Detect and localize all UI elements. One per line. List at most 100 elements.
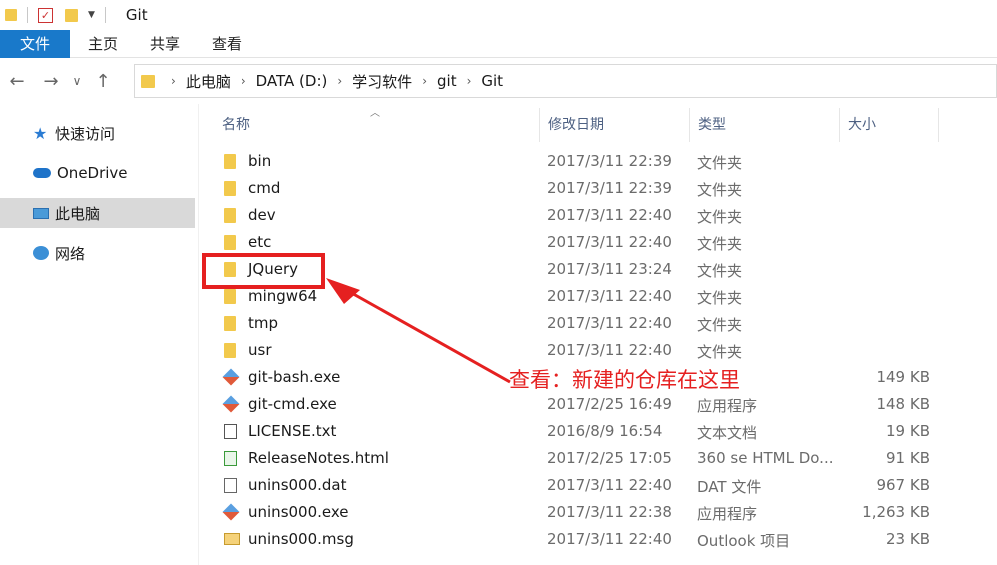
file-row[interactable]: dev 2017/3/11 22:40 文件夹 bbox=[214, 202, 944, 229]
file-row[interactable]: etc 2017/3/11 22:40 文件夹 bbox=[214, 229, 944, 256]
file-type: 文件夹 bbox=[697, 181, 743, 199]
folder-icon bbox=[224, 181, 236, 196]
up-icon[interactable]: ↑ bbox=[86, 71, 120, 92]
file-name: git-cmd.exe bbox=[248, 395, 337, 413]
file-type: 应用程序 bbox=[697, 505, 758, 523]
highlight-box bbox=[202, 253, 325, 289]
forward-icon[interactable]: → bbox=[34, 71, 68, 92]
divider bbox=[104, 7, 106, 23]
file-name: LICENSE.txt bbox=[248, 422, 337, 440]
file-row[interactable]: unins000.dat 2017/3/11 22:40 DAT 文件 967 KB bbox=[214, 472, 944, 499]
address-bar[interactable]: › 此电脑 › DATA (D:) › 学习软件 › git › Git bbox=[134, 64, 997, 98]
file-name: etc bbox=[248, 233, 272, 251]
breadcrumb-git[interactable]: git bbox=[437, 72, 457, 90]
chevron-right-icon[interactable]: › bbox=[467, 74, 472, 88]
file-date: 2017/3/11 22:40 bbox=[547, 314, 672, 332]
file-size: 19 KB bbox=[886, 422, 930, 440]
chevron-right-icon[interactable]: › bbox=[171, 74, 176, 88]
chevron-right-icon[interactable]: › bbox=[241, 74, 246, 88]
network-icon bbox=[33, 246, 49, 260]
file-type: 文件夹 bbox=[697, 154, 743, 172]
divider bbox=[27, 7, 28, 23]
recent-locations-icon[interactable]: ∨ bbox=[68, 74, 86, 88]
file-row[interactable]: bin 2017/3/11 22:39 文件夹 bbox=[214, 148, 944, 175]
folder-icon bbox=[224, 235, 236, 250]
file-date: 2017/3/11 22:39 bbox=[547, 152, 672, 170]
properties-icon[interactable]: ✓ bbox=[38, 7, 53, 23]
computer-icon bbox=[33, 207, 49, 219]
file-name: unins000.msg bbox=[248, 530, 354, 548]
breadcrumb-this-pc[interactable]: 此电脑 bbox=[186, 71, 231, 92]
file-type: 文件夹 bbox=[697, 343, 743, 361]
column-header-name[interactable]: 名称 bbox=[214, 108, 540, 142]
pane-divider[interactable] bbox=[198, 104, 199, 565]
file-row[interactable]: LICENSE.txt 2016/8/9 16:54 文本文档 19 KB bbox=[214, 418, 944, 445]
star-icon: ★ bbox=[33, 123, 48, 143]
file-type: Outlook 项目 bbox=[697, 532, 791, 550]
tab-file[interactable]: 文件 bbox=[0, 29, 70, 58]
file-name: unins000.dat bbox=[248, 476, 347, 494]
new-folder-icon[interactable] bbox=[65, 8, 78, 22]
folder-icon[interactable] bbox=[5, 9, 17, 21]
sidebar-item-label: OneDrive bbox=[57, 164, 128, 182]
folder-icon bbox=[224, 289, 236, 304]
file-row[interactable]: git-cmd.exe 2017/2/25 16:49 应用程序 148 KB bbox=[214, 391, 944, 418]
file-type: 应用程序 bbox=[697, 397, 758, 415]
tab-share[interactable]: 共享 bbox=[134, 30, 196, 58]
file-name: dev bbox=[248, 206, 276, 224]
back-icon[interactable]: ← bbox=[0, 71, 34, 92]
breadcrumb-git-current[interactable]: Git bbox=[481, 72, 503, 90]
file-date: 2017/3/11 22:38 bbox=[547, 503, 672, 521]
file-type: 文件夹 bbox=[697, 208, 743, 226]
html-document-icon bbox=[224, 451, 237, 466]
file-date: 2017/3/11 22:40 bbox=[547, 476, 672, 494]
folder-icon bbox=[141, 74, 155, 88]
mail-icon bbox=[224, 533, 240, 545]
file-row[interactable]: unins000.msg 2017/3/11 22:40 Outlook 项目 23 … bbox=[214, 526, 944, 553]
tab-home[interactable]: 主页 bbox=[72, 30, 134, 58]
arrow-annotation bbox=[326, 278, 511, 384]
sidebar-item-quick-access[interactable]: ★ 快速访问 bbox=[0, 118, 195, 148]
file-date: 2017/3/11 23:24 bbox=[547, 260, 672, 278]
file-type: 文本文档 bbox=[697, 424, 758, 442]
folder-icon bbox=[224, 154, 236, 169]
file-size: 148 KB bbox=[876, 395, 930, 413]
file-date: 2017/2/25 16:49 bbox=[547, 395, 672, 413]
sidebar-item-onedrive[interactable]: OneDrive bbox=[0, 158, 195, 188]
folder-icon bbox=[224, 208, 236, 223]
sidebar-item-label: 快速访问 bbox=[55, 124, 116, 143]
file-size: 149 KB bbox=[876, 368, 930, 386]
file-row[interactable]: unins000.exe 2017/3/11 22:38 应用程序 1,263 KB bbox=[214, 499, 944, 526]
cloud-icon bbox=[33, 168, 51, 178]
file-type: DAT 文件 bbox=[697, 478, 762, 496]
window-title: Git bbox=[125, 6, 148, 24]
file-icon bbox=[224, 478, 237, 493]
file-size: 1,263 KB bbox=[862, 503, 930, 521]
file-date: 2017/3/11 22:40 bbox=[547, 206, 672, 224]
navigation-bar: ← → ∨ ↑ › 此电脑 › DATA (D:) › 学习软件 › git ›… bbox=[0, 58, 997, 104]
column-header-type[interactable]: 类型 bbox=[689, 108, 839, 142]
column-header-date[interactable]: 修改日期 bbox=[539, 108, 689, 142]
file-name: cmd bbox=[248, 179, 281, 197]
breadcrumb-study-software[interactable]: 学习软件 bbox=[352, 71, 412, 92]
file-name: tmp bbox=[248, 314, 279, 332]
sidebar-item-network[interactable]: 网络 bbox=[0, 238, 195, 268]
column-header-size[interactable]: 大小 bbox=[839, 108, 939, 142]
file-row[interactable]: ReleaseNotes.html 2017/2/25 17:05 360 se H… bbox=[214, 445, 944, 472]
file-date: 2017/3/11 22:39 bbox=[547, 179, 672, 197]
file-name: usr bbox=[248, 341, 272, 359]
sidebar-item-this-pc[interactable]: 此电脑 bbox=[0, 198, 195, 228]
file-date: 2017/3/11 22:40 bbox=[547, 341, 672, 359]
chevron-right-icon[interactable]: › bbox=[337, 74, 342, 88]
tab-view[interactable]: 查看 bbox=[196, 30, 258, 58]
file-date: 2017/3/11 22:40 bbox=[547, 287, 672, 305]
file-size: 23 KB bbox=[886, 530, 930, 548]
file-type: 文件夹 bbox=[697, 316, 743, 334]
file-row[interactable]: cmd 2017/3/11 22:39 文件夹 bbox=[214, 175, 944, 202]
file-size: 91 KB bbox=[886, 449, 930, 467]
breadcrumb-data-drive[interactable]: DATA (D:) bbox=[256, 72, 328, 90]
customize-toolbar-icon[interactable]: ▼ bbox=[88, 10, 95, 20]
sidebar-item-label: 网络 bbox=[55, 244, 86, 263]
chevron-right-icon[interactable]: › bbox=[422, 74, 427, 88]
sidebar-item-label: 此电脑 bbox=[55, 204, 101, 223]
